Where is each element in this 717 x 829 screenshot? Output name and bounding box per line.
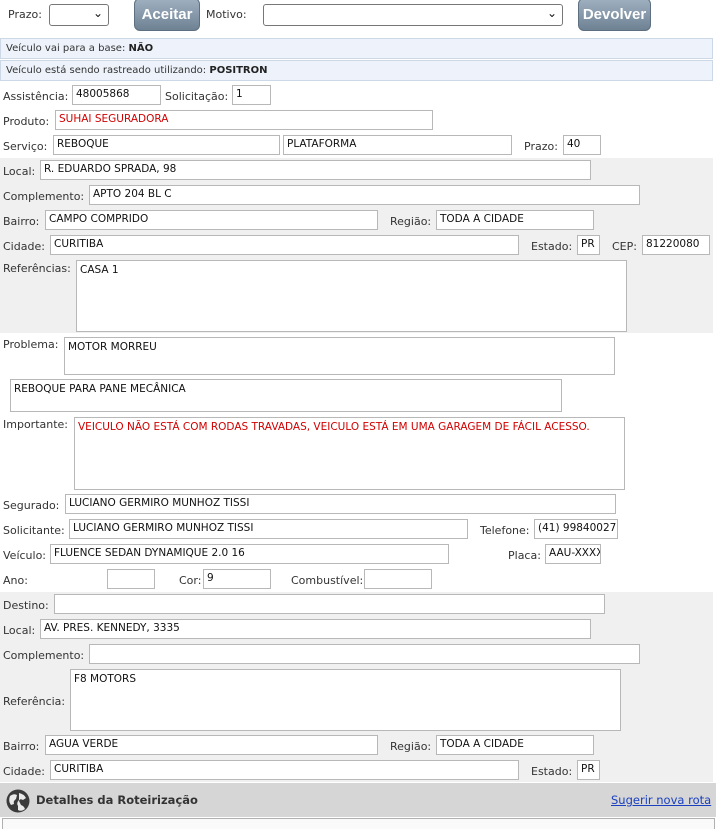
destino-referencia-textarea[interactable]: F8 MOTORS <box>70 669 621 731</box>
referencias-textarea[interactable]: CASA 1 <box>76 260 627 332</box>
destino-local-label: Local: <box>3 624 36 637</box>
prazo-form-label: Prazo: <box>524 140 558 153</box>
problema-textarea[interactable]: MOTOR MORREU <box>64 337 615 375</box>
ano-label: Ano: <box>3 574 28 587</box>
destino-estado-label: Estado: <box>531 765 573 778</box>
servico-label: Serviço: <box>3 140 48 153</box>
solicitante-field[interactable]: LUCIANO GERMIRO MUNHOZ TISSI <box>69 519 468 539</box>
problema-detalhe-textarea[interactable]: REBOQUE PARA PANE MECÂNICA <box>10 379 562 412</box>
base-info-text: Veículo vai para a base: <box>6 43 126 54</box>
telefone-label: Telefone: <box>480 524 530 537</box>
destino-bairro-label: Bairro: <box>3 740 40 753</box>
problema-label: Problema: <box>3 338 59 351</box>
importante-label: Importante: <box>3 418 69 431</box>
tracking-info-value: POSITRON <box>209 65 268 76</box>
destino-local-field[interactable]: AV. PRES. KENNEDY, 3335 <box>40 619 591 639</box>
roteirizacao-panel <box>2 818 715 829</box>
assistencia-field[interactable]: 48005868 <box>72 85 161 105</box>
prazo-select[interactable]: ⌄ <box>49 4 109 26</box>
tracking-info-text: Veículo está sendo rastreado utilizando: <box>6 65 207 76</box>
cep-label: CEP: <box>612 240 637 253</box>
prazo-label: Prazo: <box>8 8 42 21</box>
combustivel-label: Combustível: <box>291 574 364 587</box>
destino-field[interactable] <box>54 594 605 614</box>
solicitacao-field[interactable]: 1 <box>232 85 271 105</box>
cor-label: Cor: <box>179 574 202 587</box>
aceitar-button[interactable]: Aceitar <box>134 0 200 31</box>
sugerir-rota-link[interactable]: Sugerir nova rota <box>611 793 711 807</box>
veiculo-field[interactable]: FLUENCE SEDAN DYNAMIQUE 2.0 16 <box>50 544 449 564</box>
solicitante-label: Solicitante: <box>3 524 65 537</box>
cep-field[interactable]: 81220080 <box>642 235 710 255</box>
referencias-label: Referências: <box>3 262 71 275</box>
cor-field[interactable]: 9 <box>203 569 271 589</box>
chevron-down-icon: ⌄ <box>546 6 557 20</box>
bairro-label: Bairro: <box>3 215 40 228</box>
destino-complemento-field[interactable] <box>89 644 640 664</box>
estado-label: Estado: <box>531 240 573 253</box>
combustivel-field[interactable] <box>364 569 432 589</box>
cidade-label: Cidade: <box>3 240 45 253</box>
segurado-field[interactable]: LUCIANO GERMIRO MUNHOZ TISSI <box>65 494 616 514</box>
telefone-field[interactable]: (41) 998400279 <box>534 519 618 539</box>
destino-estado-field[interactable]: PR <box>577 760 600 780</box>
destino-regiao-field[interactable]: TODA A CIDADE <box>436 735 594 755</box>
destino-cidade-label: Cidade: <box>3 765 45 778</box>
destino-bairro-field[interactable]: AGUA VERDE <box>45 735 378 755</box>
servico-tipo-field[interactable]: PLATAFORMA <box>283 135 512 155</box>
regiao-label: Região: <box>390 215 432 228</box>
base-info-value: NÃO <box>128 43 154 54</box>
bairro-field[interactable]: CAMPO COMPRIDO <box>45 210 378 230</box>
cidade-field[interactable]: CURITIBA <box>50 235 519 255</box>
produto-label: Produto: <box>3 115 50 128</box>
complemento-field[interactable]: APTO 204 BL C <box>89 185 640 205</box>
complemento-label: Complemento: <box>3 190 85 203</box>
regiao-field[interactable]: TODA A CIDADE <box>436 210 594 230</box>
destino-regiao-label: Região: <box>390 740 432 753</box>
local-field[interactable]: R. EDUARDO SPRADA, 98 <box>40 160 591 180</box>
destino-complemento-label: Complemento: <box>3 649 85 662</box>
servico-field[interactable]: REBOQUE <box>53 135 280 155</box>
globe-icon <box>5 788 31 814</box>
chevron-down-icon: ⌄ <box>92 6 103 20</box>
destino-label: Destino: <box>3 599 49 612</box>
tracking-info-bar: Veículo está sendo rastreado utilizando:… <box>0 60 713 81</box>
placa-label: Placa: <box>508 549 541 562</box>
local-label: Local: <box>3 165 36 178</box>
ano-field[interactable] <box>107 569 155 589</box>
base-info-bar: Veículo vai para a base: NÃO <box>0 38 713 59</box>
roteirizacao-header: Detalhes da Roteirização Sugerir nova ro… <box>0 783 716 817</box>
roteirizacao-title: Detalhes da Roteirização <box>36 793 198 807</box>
prazo-field[interactable]: 40 <box>563 135 601 155</box>
assistencia-label: Assistência: <box>3 90 69 103</box>
destino-cidade-field[interactable]: CURITIBA <box>50 760 519 780</box>
placa-field[interactable]: AAU-XXXX <box>545 544 601 564</box>
motivo-select[interactable]: ⌄ <box>263 4 563 26</box>
segurado-label: Segurado: <box>3 499 60 512</box>
motivo-label: Motivo: <box>206 8 247 21</box>
devolver-button[interactable]: Devolver <box>578 0 651 31</box>
produto-field[interactable]: SUHAI SEGURADORA <box>55 110 433 130</box>
estado-field[interactable]: PR <box>577 235 600 255</box>
destino-referencia-label: Referência: <box>3 695 66 708</box>
solicitacao-label: Solicitação: <box>165 90 229 103</box>
importante-textarea[interactable]: VEICULO NÃO ESTÁ COM RODAS TRAVADAS, VEI… <box>74 417 625 490</box>
veiculo-label: Veículo: <box>3 549 47 562</box>
